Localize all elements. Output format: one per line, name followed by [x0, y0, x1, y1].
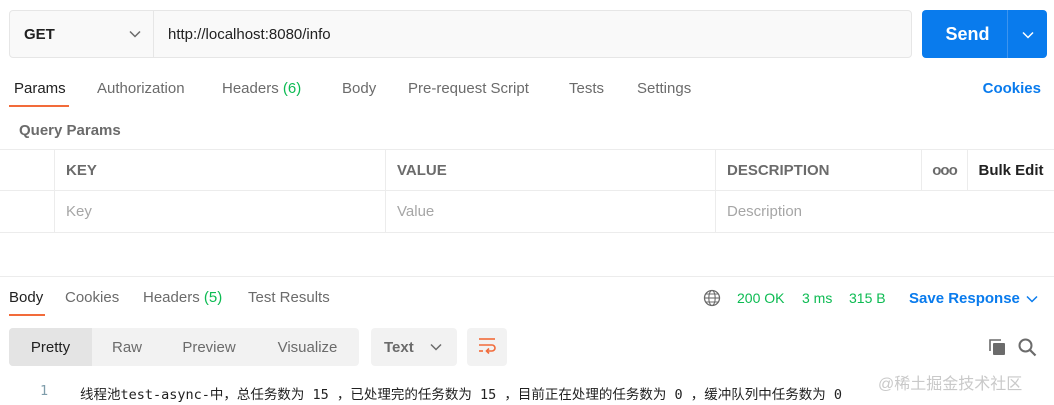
- chevron-down-icon: [1021, 27, 1034, 42]
- send-button-group: Send: [922, 10, 1047, 58]
- watermark: @稀土掘金技术社区: [878, 376, 1023, 393]
- response-tabs: Body Cookies Headers (5) Test Results 20…: [0, 278, 1054, 318]
- view-raw-button[interactable]: Raw: [92, 328, 162, 366]
- globe-icon[interactable]: [703, 289, 721, 307]
- request-bar: GET http://localhost:8080/info: [9, 10, 912, 58]
- tab-authorization[interactable]: Authorization: [97, 80, 185, 97]
- query-params-table: KEY VALUE DESCRIPTION ooo Bulk Edit Key …: [0, 149, 1054, 233]
- query-params-title: Query Params: [19, 122, 121, 139]
- status-code[interactable]: 200 OK: [737, 290, 784, 306]
- tab-body[interactable]: Body: [342, 80, 376, 97]
- response-tab-test-results[interactable]: Test Results: [248, 289, 330, 306]
- line-number: 1: [40, 383, 49, 399]
- description-input[interactable]: Description: [716, 191, 1054, 232]
- view-visualize-button[interactable]: Visualize: [256, 328, 359, 366]
- wrap-lines-button[interactable]: [467, 328, 507, 366]
- cookies-link[interactable]: Cookies: [983, 80, 1041, 97]
- row-handle-column: [0, 150, 55, 190]
- key-input[interactable]: Key: [55, 191, 386, 232]
- table-header-row: KEY VALUE DESCRIPTION ooo Bulk Edit: [0, 149, 1054, 191]
- send-dropdown-button[interactable]: [1007, 10, 1047, 58]
- chevron-down-icon: [129, 27, 141, 41]
- response-tab-body[interactable]: Body: [9, 289, 43, 306]
- pane-divider[interactable]: [0, 276, 1054, 277]
- column-key: KEY: [55, 150, 386, 190]
- active-tab-indicator: [9, 105, 69, 107]
- view-preview-button[interactable]: Preview: [162, 328, 256, 366]
- more-options-button[interactable]: ooo: [922, 150, 968, 190]
- request-tabs: Params Authorization Headers (6) Body Pr…: [0, 70, 1054, 108]
- method-select[interactable]: GET: [10, 11, 154, 57]
- view-mode-group: Pretty Raw Preview Visualize: [9, 328, 359, 366]
- copy-icon[interactable]: [987, 337, 1007, 357]
- format-label: Text: [384, 338, 414, 356]
- table-row: Key Value Description: [0, 191, 1054, 233]
- save-response-button[interactable]: Save Response: [909, 290, 1038, 307]
- bulk-edit-button[interactable]: Bulk Edit: [968, 150, 1054, 190]
- url-input[interactable]: http://localhost:8080/info: [154, 11, 911, 57]
- response-time[interactable]: 3 ms: [802, 290, 832, 306]
- response-tab-cookies[interactable]: Cookies: [65, 289, 119, 306]
- response-size[interactable]: 315 B: [849, 290, 886, 306]
- tab-headers[interactable]: Headers (6): [222, 80, 301, 97]
- save-response-label: Save Response: [909, 290, 1020, 307]
- tab-headers-count: (6): [282, 80, 302, 97]
- wrap-lines-icon: [477, 336, 497, 359]
- chevron-down-icon: [430, 340, 442, 354]
- tab-prerequest-script[interactable]: Pre-request Script: [408, 80, 529, 97]
- response-tab-headers-label: Headers: [143, 289, 200, 306]
- response-tab-headers[interactable]: Headers (5): [143, 289, 222, 306]
- row-handle: [0, 191, 55, 232]
- column-value: VALUE: [386, 150, 716, 190]
- send-button[interactable]: Send: [922, 10, 1007, 58]
- column-description: DESCRIPTION: [716, 150, 922, 190]
- response-body-text[interactable]: 线程池test-async-中，总任务数为 15 ，已处理完的任务数为 15 ，…: [80, 383, 842, 403]
- format-select[interactable]: Text: [371, 328, 457, 366]
- active-response-tab-indicator: [9, 314, 45, 316]
- tab-settings[interactable]: Settings: [637, 80, 691, 97]
- tab-headers-label: Headers: [222, 80, 279, 97]
- value-input[interactable]: Value: [386, 191, 716, 232]
- method-label: GET: [24, 25, 55, 43]
- tab-tests[interactable]: Tests: [569, 80, 604, 97]
- chevron-down-icon: [1026, 292, 1038, 306]
- response-tab-headers-count: (5): [203, 289, 223, 306]
- view-pretty-button[interactable]: Pretty: [9, 328, 92, 366]
- search-icon[interactable]: [1017, 337, 1037, 357]
- tab-params[interactable]: Params: [14, 80, 66, 97]
